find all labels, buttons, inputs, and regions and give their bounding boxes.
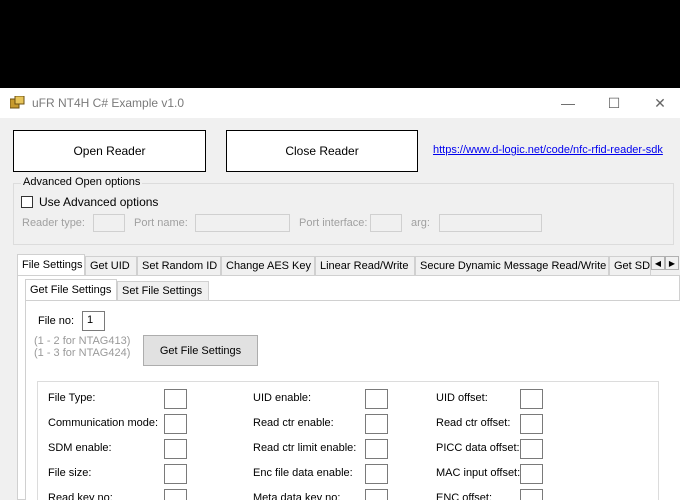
tab-linear-read-write[interactable]: Linear Read/Write	[315, 256, 415, 275]
tab-get-uid[interactable]: Get UID	[85, 256, 137, 275]
field-label: File Type:	[48, 392, 96, 404]
field-label: Meta data key no:	[253, 492, 341, 500]
sub-tabstrip: Get File Settings Set File Settings	[25, 279, 325, 301]
tab-set-random-id[interactable]: Set Random ID	[137, 256, 221, 275]
open-reader-button[interactable]: Open Reader	[13, 130, 206, 172]
port-name-input[interactable]	[195, 214, 290, 232]
field-label: Read ctr enable:	[253, 417, 334, 429]
close-window-button[interactable]: ✕	[637, 88, 680, 118]
arg-input[interactable]	[439, 214, 542, 232]
read-key-no-field[interactable]	[164, 489, 187, 500]
field-label: Enc file data enable:	[253, 467, 353, 479]
tab-file-settings[interactable]: File Settings	[17, 254, 85, 275]
read-ctr-enable-field[interactable]	[365, 414, 388, 434]
file-type-field[interactable]	[164, 389, 187, 409]
chevron-right-icon: ▶	[668, 258, 676, 268]
file-size-field[interactable]	[164, 464, 187, 484]
port-interface-label: Port interface:	[299, 217, 368, 229]
uid-enable-field[interactable]	[365, 389, 388, 409]
close-reader-button[interactable]: Close Reader	[226, 130, 418, 172]
tab-change-aes-key[interactable]: Change AES Key	[221, 256, 315, 275]
tab-scroll-left-button[interactable]: ◀	[651, 256, 665, 270]
sdk-link[interactable]: https://www.d-logic.net/code/nfc-rfid-re…	[433, 144, 663, 156]
app-icon	[10, 96, 25, 109]
window-title: uFR NT4H C# Example v1.0	[32, 96, 185, 110]
main-tabstrip: File Settings Get UID Set Random ID Chan…	[17, 254, 680, 276]
title-bar: uFR NT4H C# Example v1.0 — ☐ ✕	[0, 88, 680, 118]
field-label: Read key no:	[48, 492, 113, 500]
file-no-input[interactable]: 1	[82, 311, 105, 331]
field-label: File size:	[48, 467, 92, 479]
file-settings-fields-group	[37, 381, 659, 500]
use-advanced-label: Use Advanced options	[39, 195, 159, 209]
communication-mode-field[interactable]	[164, 414, 187, 434]
reader-type-input[interactable]	[93, 214, 125, 232]
ntag413-hint: (1 - 2 for NTAG413)	[34, 335, 131, 347]
maximize-button[interactable]: ☐	[591, 88, 637, 118]
maximize-icon: ☐	[607, 94, 621, 111]
tab-secure-dynamic-message[interactable]: Secure Dynamic Message Read/Write	[415, 256, 609, 275]
port-name-label: Port name:	[134, 217, 188, 229]
tab-set-file-settings[interactable]: Set File Settings	[117, 281, 209, 300]
tab-get-file-settings[interactable]: Get File Settings	[25, 279, 117, 300]
mac-input-offset-field[interactable]	[520, 464, 543, 484]
ntag424-hint: (1 - 3 for NTAG424)	[34, 347, 131, 359]
field-label: Read ctr limit enable:	[253, 442, 357, 454]
reader-type-label: Reader type:	[22, 217, 85, 229]
minimize-icon: —	[561, 95, 575, 111]
enc-file-data-enable-field[interactable]	[365, 464, 388, 484]
read-ctr-limit-enable-field[interactable]	[365, 439, 388, 459]
uid-offset-field[interactable]	[520, 389, 543, 409]
get-file-settings-button[interactable]: Get File Settings	[143, 335, 258, 366]
chevron-left-icon: ◀	[654, 258, 662, 268]
file-no-label: File no:	[38, 315, 75, 327]
app-window: uFR NT4H C# Example v1.0 — ☐ ✕ Open Read…	[0, 88, 680, 500]
arg-label: arg:	[411, 217, 430, 229]
close-icon: ✕	[654, 94, 666, 111]
file-settings-tabpage: Get File Settings Set File Settings File…	[17, 275, 680, 500]
field-label: MAC input offset:	[436, 467, 521, 479]
field-label: UID offset:	[436, 392, 488, 404]
picc-data-offset-field[interactable]	[520, 439, 543, 459]
field-label: UID enable:	[253, 392, 312, 404]
tab-scroll-right-button[interactable]: ▶	[665, 256, 679, 270]
tab-get-sd[interactable]: Get SD	[609, 256, 651, 275]
field-label: PICC data offset:	[436, 442, 520, 454]
meta-data-key-no-field[interactable]	[365, 489, 388, 500]
sdm-enable-field[interactable]	[164, 439, 187, 459]
use-advanced-checkbox[interactable]	[21, 196, 33, 208]
minimize-button[interactable]: —	[545, 88, 591, 118]
get-file-settings-page: File no: 1 (1 - 2 for NTAG413) (1 - 3 fo…	[25, 300, 680, 500]
read-ctr-offset-field[interactable]	[520, 414, 543, 434]
port-interface-input[interactable]	[370, 214, 402, 232]
enc-offset-field[interactable]	[520, 489, 543, 500]
field-label: ENC offset:	[436, 492, 493, 500]
advanced-options-title: Advanced Open options	[21, 176, 143, 188]
field-label: SDM enable:	[48, 442, 112, 454]
field-label: Communication mode:	[48, 417, 159, 429]
field-label: Read ctr offset:	[436, 417, 511, 429]
